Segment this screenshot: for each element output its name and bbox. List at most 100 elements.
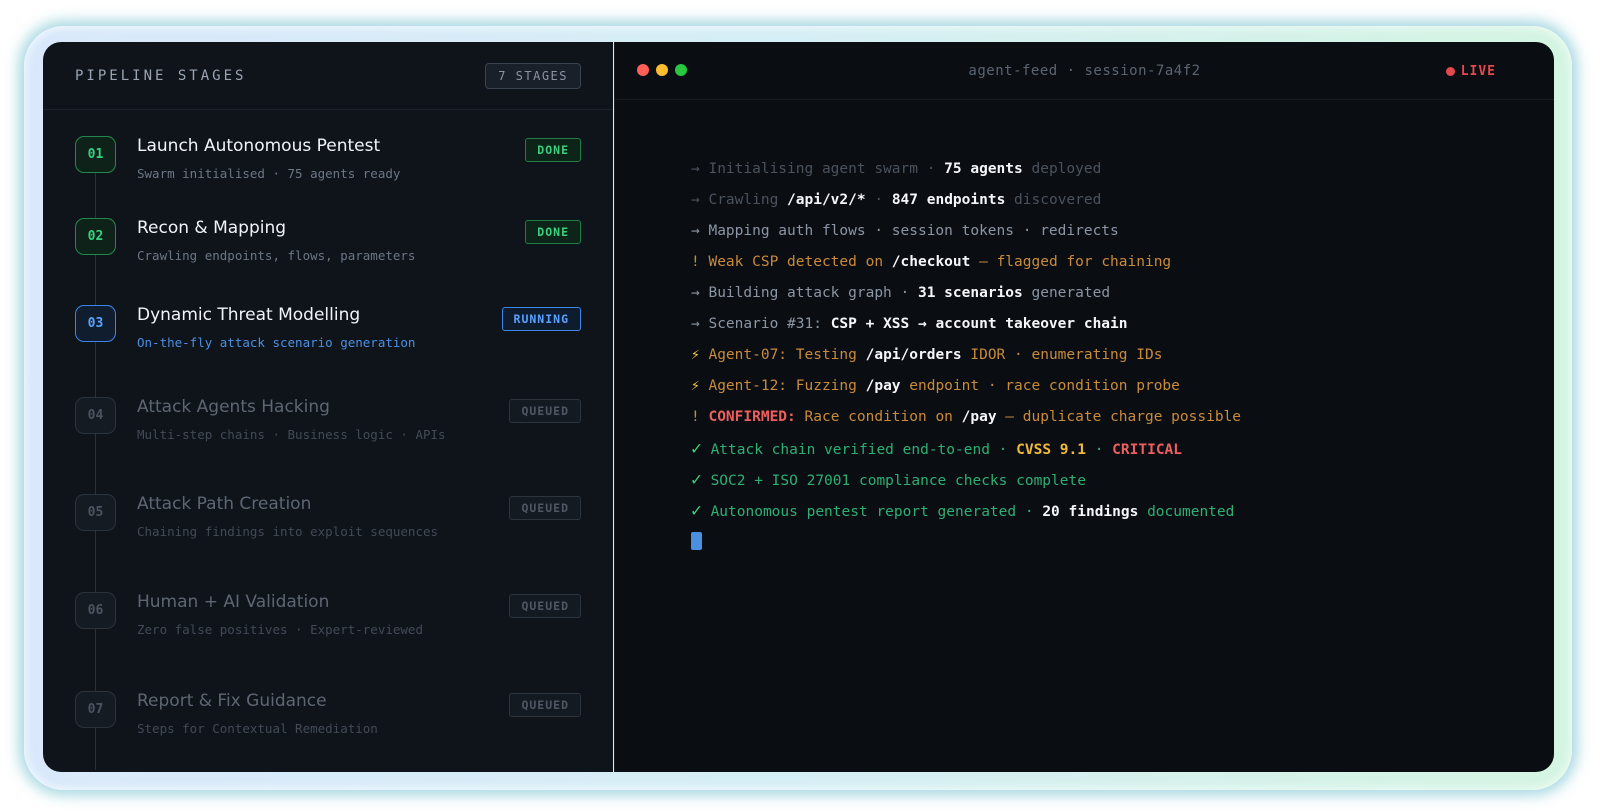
- log-segment: 75 agents: [944, 161, 1023, 177]
- stage-item[interactable]: 05 Attack Path Creation Chaining finding…: [75, 494, 581, 554]
- log-segment: → Building attack graph ·: [691, 285, 918, 301]
- stage-number: 05: [75, 494, 116, 531]
- stage-number: 06: [75, 592, 116, 629]
- live-dot-icon: [1445, 67, 1455, 76]
- stage-name: Recon & Mapping: [137, 218, 287, 238]
- stage-number: 07: [75, 691, 116, 728]
- stage-name: Dynamic Threat Modelling: [137, 305, 361, 325]
- terminal-header: agent-feed · session-7a4f2 LIVE: [615, 42, 1554, 100]
- log-segment: → Mapping auth flows · session tokens · …: [691, 223, 1119, 239]
- status-badge: DONE: [525, 220, 581, 244]
- stage-subtitle: Multi-step chains · Business logic · API…: [137, 427, 446, 442]
- log-segment: ! Weak CSP detected on: [691, 254, 892, 270]
- log-segment: CRITICAL: [1112, 442, 1183, 458]
- log-segment: documented: [1138, 504, 1235, 520]
- log-segment: ✓: [691, 500, 702, 521]
- log-segment: 847 endpoints: [891, 192, 1006, 208]
- pipeline-header: PIPELINE STAGES 7 STAGES: [43, 42, 613, 110]
- log-segment: ·: [865, 192, 892, 208]
- stage-subtitle: Zero false positives · Expert-reviewed: [137, 622, 423, 637]
- prompt-line: [691, 526, 1521, 557]
- log-segment: Autonomous pentest report generated ·: [701, 504, 1043, 520]
- log-segment: → Crawling: [691, 192, 788, 208]
- status-badge: QUEUED: [509, 594, 581, 618]
- log-segment: Race condition on: [795, 409, 962, 425]
- live-label: LIVE: [1460, 64, 1496, 79]
- log-line: → Initialising agent swarm · 75 agents d…: [691, 154, 1521, 185]
- stage-number: 04: [75, 397, 116, 434]
- log-segment: IDOR · enumerating IDs: [961, 347, 1163, 363]
- log-segment: Agent-12: Fuzzing: [699, 378, 866, 394]
- log-segment: 20 findings: [1042, 504, 1139, 520]
- log-segment: deployed: [1022, 161, 1102, 177]
- pipeline-title: PIPELINE STAGES: [75, 67, 247, 84]
- log-segment: !: [691, 409, 709, 425]
- log-segment: discovered: [1005, 192, 1102, 208]
- log-segment: /pay: [961, 409, 997, 425]
- stage-number: 02: [75, 218, 116, 255]
- stage-subtitle: Steps for Contextual Remediation: [137, 721, 378, 736]
- status-badge: QUEUED: [509, 693, 581, 717]
- status-badge: RUNNING: [501, 307, 581, 331]
- log-segment: Agent-07: Testing: [699, 347, 866, 363]
- log-line: → Scenario #31: CSP + XSS → account take…: [691, 309, 1521, 340]
- log-segment: /checkout: [891, 254, 971, 270]
- stage-name: Attack Agents Hacking: [137, 397, 330, 417]
- log-segment: CSP + XSS → account takeover chain: [830, 316, 1128, 332]
- log-segment: ✓: [691, 438, 702, 459]
- log-segment: ⚡: [691, 347, 700, 363]
- log-segment: /api/orders: [865, 347, 962, 363]
- log-segment: CVSS 9.1: [1016, 442, 1086, 458]
- stage-item[interactable]: 06 Human + AI Validation Zero false posi…: [75, 592, 581, 652]
- stage-number: 01: [75, 136, 116, 173]
- stage-subtitle: Swarm initialised · 75 agents ready: [137, 166, 401, 181]
- stage-number: 03: [75, 305, 116, 342]
- log-segment: → Initialising agent swarm ·: [691, 161, 945, 177]
- log-line: ! Weak CSP detected on /checkout — flagg…: [691, 247, 1521, 278]
- log-segment: ·: [1085, 442, 1113, 458]
- log-line: ⚡ Agent-07: Testing /api/orders IDOR · e…: [691, 340, 1521, 371]
- stage-name: Report & Fix Guidance: [137, 691, 327, 711]
- log-line: ✓ SOC2 + ISO 27001 compliance checks com…: [691, 464, 1521, 495]
- log-line: ✓ Autonomous pentest report generated · …: [691, 495, 1521, 526]
- stage-subtitle: On-the-fly attack scenario generation: [137, 335, 416, 350]
- pipeline-panel: PIPELINE STAGES 7 STAGES 01 Launch Auton…: [43, 42, 613, 772]
- log-segment: CONFIRMED:: [708, 409, 796, 425]
- log-line: ! CONFIRMED: Race condition on /pay — du…: [691, 402, 1521, 433]
- cursor-block-icon: [691, 532, 702, 550]
- log-line: → Building attack graph · 31 scenarios g…: [691, 278, 1521, 309]
- agent-feed-log: → Initialising agent swarm · 75 agents d…: [691, 154, 1521, 557]
- log-segment: → Scenario #31:: [691, 316, 831, 332]
- stage-subtitle: Chaining findings into exploit sequences: [137, 524, 439, 539]
- stage-count-badge: 7 STAGES: [485, 62, 581, 89]
- status-badge: QUEUED: [509, 399, 581, 423]
- stage-item[interactable]: 07 Report & Fix Guidance Steps for Conte…: [75, 691, 581, 751]
- log-segment: — duplicate charge possible: [996, 409, 1242, 425]
- log-segment: /pay: [865, 378, 901, 394]
- log-line: ⚡ Agent-12: Fuzzing /pay endpoint · race…: [691, 371, 1521, 402]
- log-segment: ✓: [691, 469, 702, 490]
- log-line: ✓ Attack chain verified end-to-end · CVS…: [691, 433, 1521, 464]
- log-segment: ⚡: [691, 378, 700, 394]
- stage-item[interactable]: 04 Attack Agents Hacking Multi-step chai…: [75, 397, 581, 457]
- stage-subtitle: Crawling endpoints, flows, parameters: [137, 248, 416, 263]
- log-segment: generated: [1022, 285, 1111, 301]
- log-segment: Attack chain verified end-to-end ·: [701, 442, 1017, 458]
- log-line: → Mapping auth flows · session tokens · …: [691, 216, 1521, 247]
- stage-name: Launch Autonomous Pentest: [137, 136, 381, 156]
- terminal-panel: agent-feed · session-7a4f2 LIVE → Initia…: [614, 42, 1554, 772]
- status-badge: DONE: [525, 138, 581, 162]
- stage-item[interactable]: 01 Launch Autonomous Pentest Swarm initi…: [75, 136, 581, 196]
- log-segment: endpoint · race condition probe: [900, 378, 1180, 394]
- log-segment: 31 scenarios: [917, 285, 1023, 301]
- log-segment: /api/v2/*: [787, 192, 866, 208]
- stage-item[interactable]: 02 Recon & Mapping Crawling endpoints, f…: [75, 218, 581, 278]
- log-segment: — flagged for chaining: [970, 254, 1172, 270]
- stage-item[interactable]: 03 Dynamic Threat Modelling On-the-fly a…: [75, 305, 581, 365]
- status-badge: QUEUED: [509, 496, 581, 520]
- stage-name: Human + AI Validation: [137, 592, 330, 612]
- live-indicator: LIVE: [1445, 64, 1496, 79]
- stage-name: Attack Path Creation: [137, 494, 312, 514]
- log-line: → Crawling /api/v2/* · 847 endpoints dis…: [691, 185, 1521, 216]
- terminal-title: agent-feed · session-7a4f2: [968, 62, 1201, 79]
